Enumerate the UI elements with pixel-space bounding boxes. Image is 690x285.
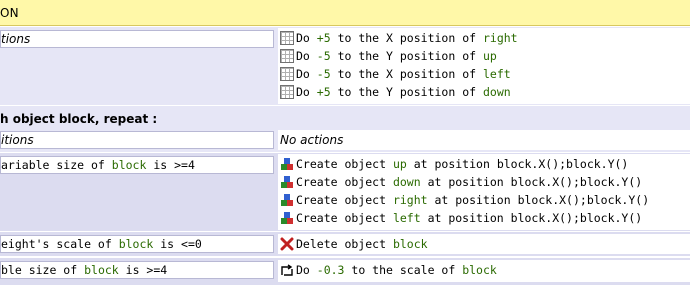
action-row[interactable]: Create object right at position block.X(… [278,191,690,209]
actions-panel[interactable]: Do -0.3 to the scale of block [278,260,690,282]
scale-arrow-icon [281,264,293,276]
repeat-title: h object block, repeat : [0,112,158,126]
action-row[interactable]: Do -5 to the Y position of up [278,47,690,65]
grid-position-icon [280,67,294,81]
create-object-icon [281,176,293,188]
conditions-box[interactable]: itions [0,131,274,149]
actions-panel[interactable]: Do +5 to the X position of right Do -5 t… [278,28,690,104]
event-group-title: ON [0,6,19,20]
action-row[interactable]: Create object up at position block.X();b… [278,155,690,173]
action-row[interactable]: Create object down at position block.X()… [278,173,690,191]
action-row[interactable]: Do +5 to the Y position of down [278,83,690,101]
action-row[interactable]: Do +5 to the X position of right [278,29,690,47]
action-row[interactable]: Do -5 to the X position of left [278,65,690,83]
conditions-label: tions [1,32,31,46]
condition-box[interactable]: ble size of block is >=4 [0,261,274,279]
condition-box[interactable]: eight's scale of block is <=0 [0,235,274,253]
event-group-header[interactable]: ON [0,0,690,26]
actions-panel[interactable]: Create object up at position block.X();b… [278,154,690,230]
grid-position-icon [280,49,294,63]
actions-panel[interactable]: No actions [278,130,690,150]
action-row[interactable]: Do -0.3 to the scale of block [278,261,690,279]
create-object-icon [281,212,293,224]
action-row[interactable]: Delete object block [278,235,690,253]
grid-position-icon [280,31,294,45]
create-object-icon [281,158,293,170]
conditions-label: itions [1,133,34,147]
create-object-icon [281,194,293,206]
condition-box[interactable]: ariable size of block is >=4 [0,156,274,174]
conditions-box[interactable]: tions [0,30,274,48]
action-row[interactable]: Create object left at position block.X()… [278,209,690,227]
actions-panel[interactable]: Delete object block [278,234,690,254]
delete-x-icon [280,237,294,251]
no-actions-label: No actions [280,133,344,147]
grid-position-icon [280,85,294,99]
